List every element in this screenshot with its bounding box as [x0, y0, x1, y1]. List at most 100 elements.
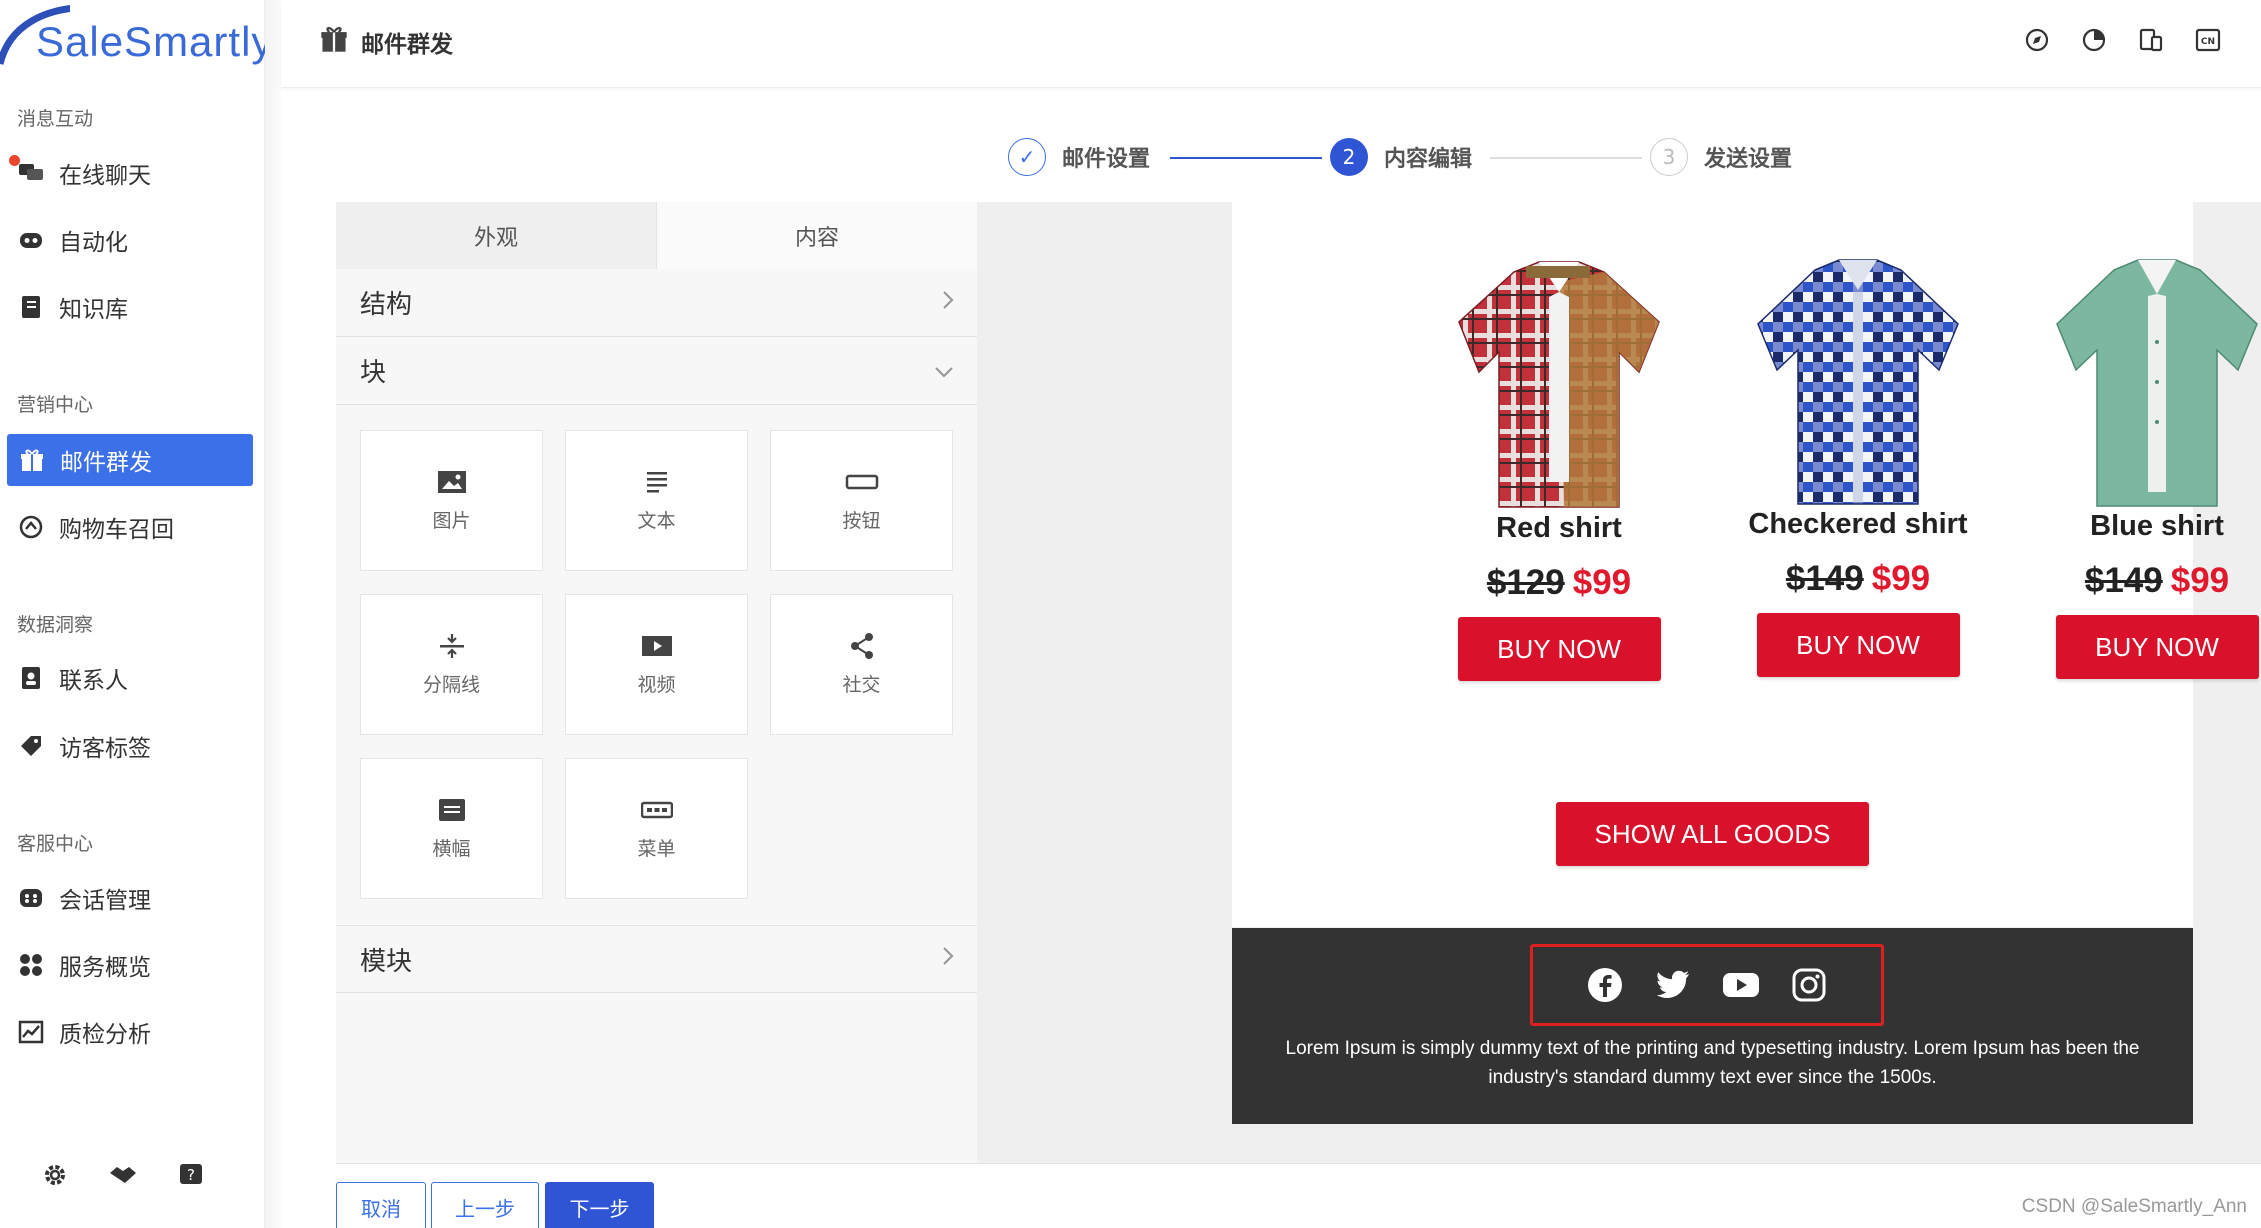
- accordion-structure[interactable]: 结构: [336, 269, 977, 337]
- youtube-icon[interactable]: [1722, 966, 1760, 1004]
- step-label: 发送设置: [1704, 147, 1793, 172]
- editor-tabs: 外观 内容: [336, 202, 977, 269]
- sidebar-item-label: 购物车召回: [59, 517, 174, 543]
- step-label: 内容编辑: [1384, 147, 1473, 172]
- sidebar-item-automation[interactable]: 自动化: [0, 214, 265, 266]
- chevron-right-icon: [941, 944, 955, 974]
- product-card-checkered-shirt[interactable]: Checkered shirt $149 $99 BUY NOW: [1713, 252, 2003, 677]
- button-icon: [845, 468, 879, 496]
- sidebar-item-live-chat[interactable]: 在线聊天: [0, 147, 265, 199]
- step-connector-complete: [1170, 157, 1322, 159]
- accordion-label: 模块: [360, 946, 413, 977]
- sidebar: SaleSmartly 消息互动 在线聊天 自动化 知识库 营销中心 邮件群发 …: [0, 0, 272, 1228]
- image-icon: [437, 468, 467, 496]
- banner-icon: [438, 796, 466, 824]
- grid-icon: [17, 951, 45, 979]
- compass-icon[interactable]: [2022, 25, 2052, 55]
- language-cn-icon[interactable]: CN: [2193, 25, 2223, 55]
- block-video[interactable]: 视频: [565, 594, 748, 735]
- sidebar-item-visitor-tags[interactable]: 访客标签: [0, 720, 265, 772]
- robot-icon: [17, 226, 45, 254]
- sidebar-bottom-tools: ?: [40, 1160, 206, 1190]
- old-price: $149: [2084, 561, 2163, 600]
- block-image[interactable]: 图片: [360, 430, 543, 571]
- product-name: Blue shirt: [2090, 510, 2224, 542]
- block-menu[interactable]: 菜单: [565, 758, 748, 899]
- buy-now-button[interactable]: BUY NOW: [1457, 617, 1661, 681]
- accordion-module[interactable]: 模块: [336, 925, 977, 993]
- sidebar-item-contacts[interactable]: 联系人: [0, 652, 265, 704]
- block-label: 文本: [637, 510, 676, 532]
- step-send-settings[interactable]: 3 发送设置: [1650, 138, 1792, 176]
- section-title-insights: 数据洞察: [17, 614, 94, 636]
- devices-icon[interactable]: [2136, 25, 2166, 55]
- social-block-selected[interactable]: [1530, 944, 1884, 1026]
- session-icon: [17, 884, 45, 912]
- twitter-icon[interactable]: [1654, 966, 1692, 1004]
- cancel-button[interactable]: 取消: [336, 1182, 426, 1228]
- red-shirt-image: [1458, 261, 1660, 508]
- tab-content[interactable]: 内容: [656, 202, 977, 269]
- sidebar-item-label: 访客标签: [59, 736, 151, 762]
- instagram-icon[interactable]: [1790, 966, 1828, 1004]
- block-button[interactable]: 按钮: [770, 430, 953, 571]
- sidebar-item-cart-recall[interactable]: 购物车召回: [0, 501, 265, 553]
- section-title-service: 客服中心: [17, 833, 94, 855]
- handshake-icon[interactable]: [108, 1160, 138, 1190]
- block-social[interactable]: 社交: [770, 594, 953, 735]
- buy-now-button[interactable]: BUY NOW: [2055, 615, 2259, 679]
- step-email-settings[interactable]: ✓ 邮件设置: [1008, 138, 1150, 176]
- editor-panel: 外观 内容 结构 块 图片 文本 按钮 分隔线 视频 社交 横幅 菜单 模块: [336, 202, 977, 1164]
- social-icons: [1533, 947, 1881, 1023]
- tag-icon: [17, 732, 45, 760]
- step-number: 2: [1330, 138, 1368, 176]
- step-content-editing[interactable]: 2 内容编辑: [1330, 138, 1472, 176]
- facebook-icon[interactable]: [1586, 966, 1624, 1004]
- previous-step-button[interactable]: 上一步: [431, 1182, 539, 1228]
- email-footer: Lorem Ipsum is simply dummy text of the …: [1232, 928, 2193, 1124]
- block-banner[interactable]: 横幅: [360, 758, 543, 899]
- step-number: 3: [1650, 138, 1688, 176]
- step-connector-pending: [1490, 157, 1642, 159]
- logo[interactable]: SaleSmartly: [0, 0, 272, 80]
- block-text[interactable]: 文本: [565, 430, 748, 571]
- sidebar-item-sessions[interactable]: 会话管理: [0, 872, 265, 924]
- sidebar-divider: [265, 0, 281, 1228]
- sidebar-item-qa-analysis[interactable]: 质检分析: [0, 1006, 265, 1058]
- sidebar-item-label: 在线聊天: [59, 163, 151, 189]
- sidebar-item-knowledge-base[interactable]: 知识库: [0, 281, 265, 333]
- block-divider[interactable]: 分隔线: [360, 594, 543, 735]
- step-label: 邮件设置: [1062, 147, 1151, 172]
- new-price: $99: [2170, 561, 2230, 600]
- page-title-text: 邮件群发: [361, 32, 453, 58]
- tab-appearance[interactable]: 外观: [336, 202, 656, 269]
- accordion-label: 块: [360, 358, 387, 388]
- book-icon: [17, 293, 45, 321]
- help-icon[interactable]: ?: [176, 1160, 206, 1190]
- sidebar-item-label: 质检分析: [59, 1022, 151, 1048]
- pie-icon[interactable]: [2079, 25, 2109, 55]
- chevron-down-icon: [933, 356, 955, 386]
- svg-text:CN: CN: [2201, 37, 2215, 47]
- blue-shirt-image: [2056, 259, 2258, 507]
- footer-text: Lorem Ipsum is simply dummy text of the …: [1285, 1038, 2140, 1088]
- sidebar-item-email-campaign[interactable]: 邮件群发: [7, 434, 253, 486]
- gear-icon[interactable]: [40, 1160, 70, 1190]
- new-price: $99: [1871, 559, 1931, 598]
- block-label: 分隔线: [422, 674, 480, 696]
- next-step-button[interactable]: 下一步: [545, 1182, 654, 1228]
- sidebar-item-label: 服务概览: [59, 955, 151, 981]
- section-title-marketing: 营销中心: [17, 394, 94, 416]
- sidebar-item-label: 邮件群发: [60, 450, 152, 476]
- brand-name: SaleSmartly: [36, 18, 274, 65]
- page-title: 邮件群发: [319, 24, 453, 60]
- share-icon: [849, 632, 875, 660]
- sidebar-item-service-overview[interactable]: 服务概览: [0, 939, 265, 991]
- text-icon: [646, 468, 668, 496]
- buy-now-button[interactable]: BUY NOW: [1756, 613, 1960, 677]
- product-card-red-shirt[interactable]: Red shirt $129 $99 BUY NOW: [1414, 252, 1704, 681]
- action-bar-divider: [336, 1163, 2261, 1164]
- product-card-blue-shirt[interactable]: Blue shirt $149 $99 BUY NOW: [2012, 252, 2261, 679]
- accordion-block[interactable]: 块: [336, 337, 977, 405]
- show-all-goods-button[interactable]: SHOW ALL GOODS: [1556, 802, 1869, 866]
